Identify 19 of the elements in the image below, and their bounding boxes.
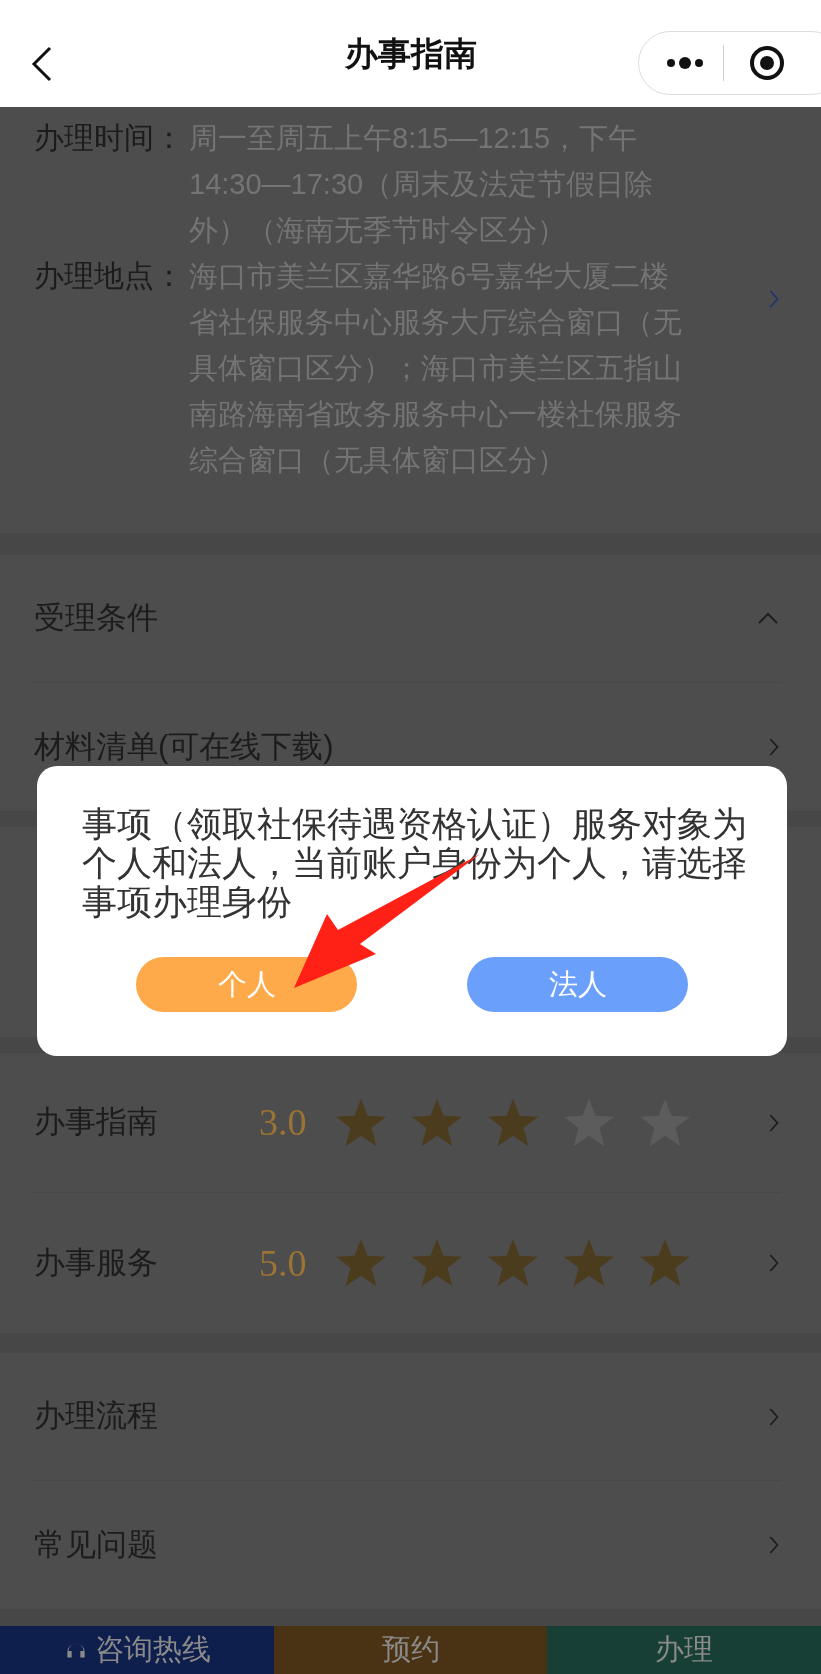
star-icon [486,1238,540,1288]
star-icon [410,1238,464,1288]
star-icon [334,1238,388,1288]
back-icon[interactable] [30,46,54,82]
bottom-tab[interactable]: 咨询热线 [0,1626,274,1674]
star-icon [638,1238,692,1288]
rating-score: 3.0 [259,1100,308,1145]
bottom-tab[interactable]: 预约 [273,1626,548,1674]
star-icon [486,1097,540,1148]
choice-button[interactable]: 法人 [467,957,688,1012]
page-title: 办事指南 [344,33,477,74]
choice-button[interactable]: 个人 [136,957,357,1012]
star-icon [562,1238,616,1288]
star-icon [410,1097,464,1148]
target-icon[interactable] [749,45,785,81]
star-icon [334,1097,388,1148]
rating-score: 5.0 [259,1240,308,1286]
bottom-tab[interactable]: 办理 [547,1626,821,1674]
more-icon[interactable] [666,57,704,69]
